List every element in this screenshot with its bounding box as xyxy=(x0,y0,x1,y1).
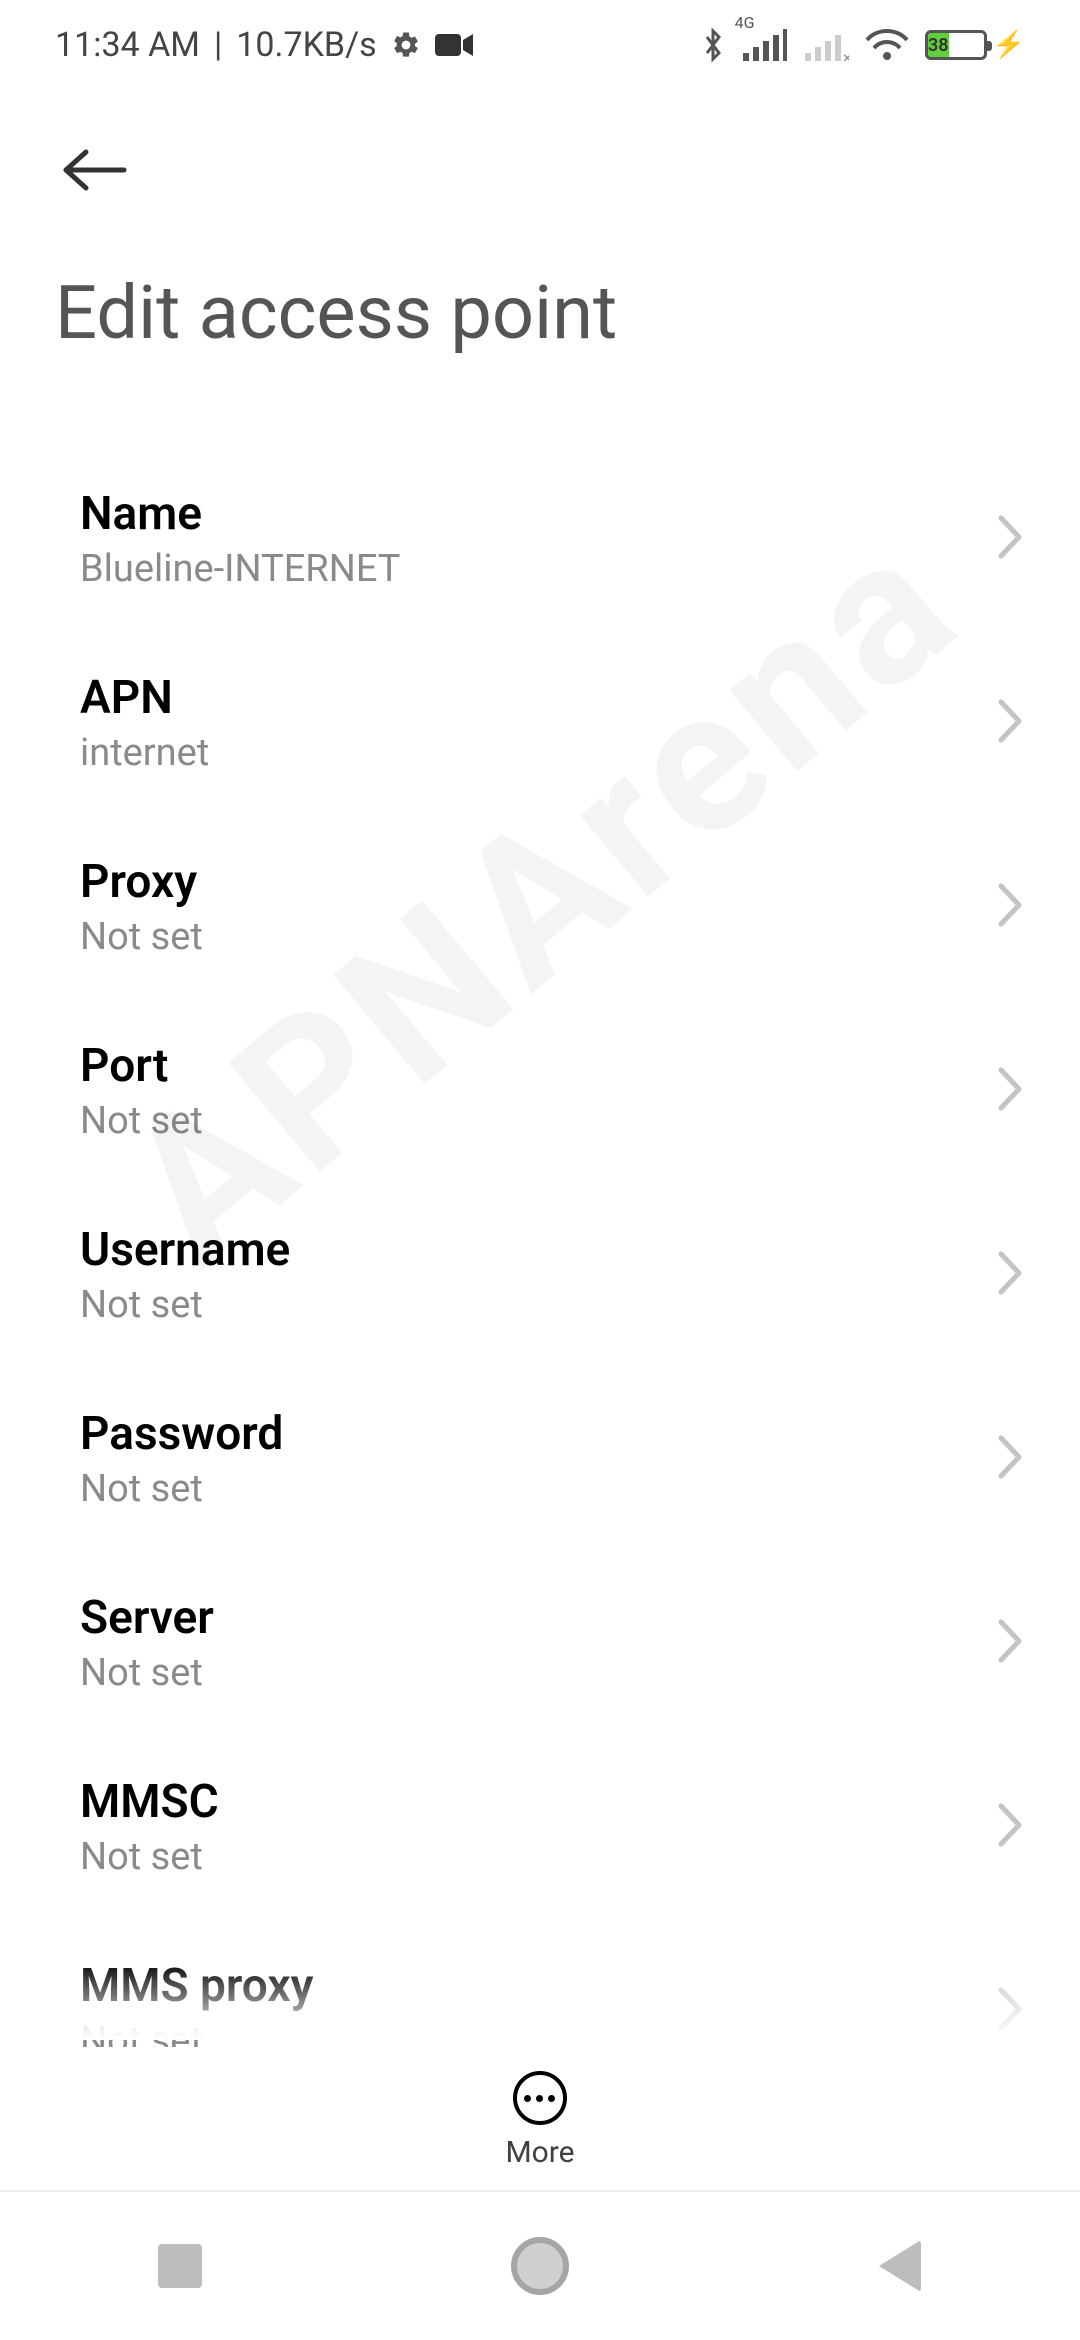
setting-item-password[interactable]: Password Not set xyxy=(0,1367,1080,1551)
charging-icon: ⚡ xyxy=(993,30,1025,60)
wifi-icon xyxy=(865,28,909,62)
setting-item-value: internet xyxy=(80,731,209,775)
setting-item-proxy[interactable]: Proxy Not set xyxy=(0,815,1080,999)
setting-item-value: Not set xyxy=(80,1099,203,1143)
chevron-right-icon xyxy=(997,1434,1025,1484)
setting-item-port[interactable]: Port Not set xyxy=(0,999,1080,1183)
back-button[interactable] xyxy=(55,130,135,210)
bluetooth-icon xyxy=(701,27,725,63)
page-title: Edit access point xyxy=(55,270,1025,357)
chevron-right-icon xyxy=(997,1802,1025,1852)
chevron-right-icon xyxy=(997,1618,1025,1668)
chevron-right-icon xyxy=(997,698,1025,748)
setting-item-title: Server xyxy=(80,1591,214,1645)
setting-item-name[interactable]: Name Blueline-INTERNET xyxy=(0,447,1080,631)
chevron-right-icon xyxy=(997,1250,1025,1300)
bottom-toolbar: More xyxy=(0,2047,1080,2170)
nav-home-button[interactable] xyxy=(440,2216,640,2316)
setting-item-title: MMSC xyxy=(80,1775,219,1829)
square-icon xyxy=(158,2244,202,2288)
setting-item-value: Blueline-INTERNET xyxy=(80,547,400,591)
status-right: 4G × 38 ⚡ xyxy=(701,27,1025,63)
circle-icon xyxy=(511,2237,569,2295)
chevron-right-icon xyxy=(997,1066,1025,1116)
setting-item-value: Not set xyxy=(80,915,203,959)
signal-4g-label: 4G xyxy=(735,13,755,32)
setting-item-value: Not set xyxy=(80,1651,214,1695)
battery-percent: 38 xyxy=(928,33,949,57)
nav-back-button[interactable] xyxy=(800,2216,1000,2316)
setting-item-title: Username xyxy=(80,1223,290,1277)
status-left: 11:34 AM | 10.7KB/s xyxy=(55,25,473,65)
triangle-icon xyxy=(879,2240,921,2292)
camera-icon xyxy=(435,32,473,58)
setting-item-mmsc[interactable]: MMSC Not set xyxy=(0,1735,1080,1919)
setting-item-value: Not set xyxy=(80,1467,283,1511)
more-icon xyxy=(513,2071,567,2125)
signal-4g-icon: 4G xyxy=(741,27,787,63)
setting-item-title: Port xyxy=(80,1039,203,1093)
settings-list: Name Blueline-INTERNET APN internet Prox… xyxy=(0,447,1080,2103)
more-button[interactable]: More xyxy=(505,2071,574,2170)
setting-item-value: Not set xyxy=(80,1835,219,1879)
setting-item-title: APN xyxy=(80,671,209,725)
setting-item-title: MMS proxy xyxy=(80,1959,313,2013)
chevron-right-icon xyxy=(997,1986,1025,2036)
more-label: More xyxy=(505,2135,574,2170)
setting-item-title: Password xyxy=(80,1407,283,1461)
chevron-right-icon xyxy=(997,882,1025,932)
status-separator: | xyxy=(214,25,222,65)
status-bar: 11:34 AM | 10.7KB/s 4G × 38 ⚡ xyxy=(0,0,1080,90)
nav-recents-button[interactable] xyxy=(80,2216,280,2316)
setting-item-apn[interactable]: APN internet xyxy=(0,631,1080,815)
android-nav-bar xyxy=(0,2190,1080,2340)
status-time: 11:34 AM xyxy=(55,25,200,65)
status-speed: 10.7KB/s xyxy=(236,25,376,65)
setting-item-value: Not set xyxy=(80,1283,290,1327)
page-header: Edit access point xyxy=(0,90,1080,357)
arrow-left-icon xyxy=(62,148,128,192)
setting-item-title: Proxy xyxy=(80,855,203,909)
setting-item-server[interactable]: Server Not set xyxy=(0,1551,1080,1735)
setting-item-title: Name xyxy=(80,487,400,541)
svg-text:×: × xyxy=(843,48,849,63)
signal-secondary-icon: × xyxy=(803,27,849,63)
gear-icon xyxy=(391,30,421,60)
chevron-right-icon xyxy=(997,514,1025,564)
battery-indicator: 38 ⚡ xyxy=(925,30,1025,60)
setting-item-username[interactable]: Username Not set xyxy=(0,1183,1080,1367)
